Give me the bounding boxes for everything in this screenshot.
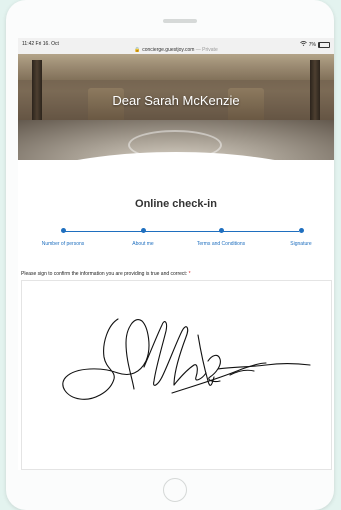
step-label-terms[interactable]: Terms and Conditions [197, 241, 245, 247]
url-suffix: — Private [195, 47, 218, 53]
guest-greeting: Dear Sarah McKenzie [112, 93, 240, 108]
status-time-text: 11:42 [22, 41, 35, 47]
step-label-about-me[interactable]: About me [132, 241, 153, 247]
step-dot-about-me[interactable] [141, 228, 146, 233]
step-dot-terms[interactable] [219, 228, 224, 233]
step-dot-number-of-persons[interactable] [61, 228, 66, 233]
screen: 11:42 Fri 16. Oct 🔒 concierge.guestjoy.co… [18, 38, 334, 470]
home-button[interactable] [163, 478, 187, 502]
page-title: Online check-in [135, 198, 217, 210]
tablet-frame: 11:42 Fri 16. Oct 🔒 concierge.guestjoy.co… [6, 0, 334, 510]
step-label-number-of-persons[interactable]: Number of persons [42, 241, 85, 247]
signature-drawing [62, 318, 311, 400]
wifi-icon [299, 41, 307, 48]
hero-banner: Dear Sarah McKenzie [18, 54, 334, 160]
address-bar[interactable]: 🔒 concierge.guestjoy.com — Private [134, 47, 218, 53]
chandelier-glow [18, 54, 334, 80]
signature-instruction: Please sign to confirm the information y… [21, 271, 191, 277]
status-indicators: 7% [299, 41, 330, 48]
status-time: 11:42 Fri 16. Oct [22, 41, 59, 47]
stepper-line [63, 231, 299, 232]
battery-percent: 7% [308, 41, 316, 48]
instruction-text: Please sign to confirm the information y… [21, 271, 188, 277]
checkin-stepper: Number of persons About me Terms and Con… [18, 227, 334, 249]
lock-icon: 🔒 [134, 47, 141, 53]
step-dot-signature[interactable] [299, 228, 304, 233]
status-bar: 11:42 Fri 16. Oct 🔒 concierge.guestjoy.co… [18, 38, 334, 54]
required-mark: * [188, 271, 191, 277]
step-label-signature[interactable]: Signature [290, 241, 311, 247]
url-text: concierge.guestjoy.com [142, 47, 195, 53]
battery-icon [318, 41, 330, 48]
status-date-text: Fri 16. Oct [35, 41, 59, 47]
signature-pad[interactable] [21, 280, 332, 470]
speaker-grille [163, 19, 197, 23]
